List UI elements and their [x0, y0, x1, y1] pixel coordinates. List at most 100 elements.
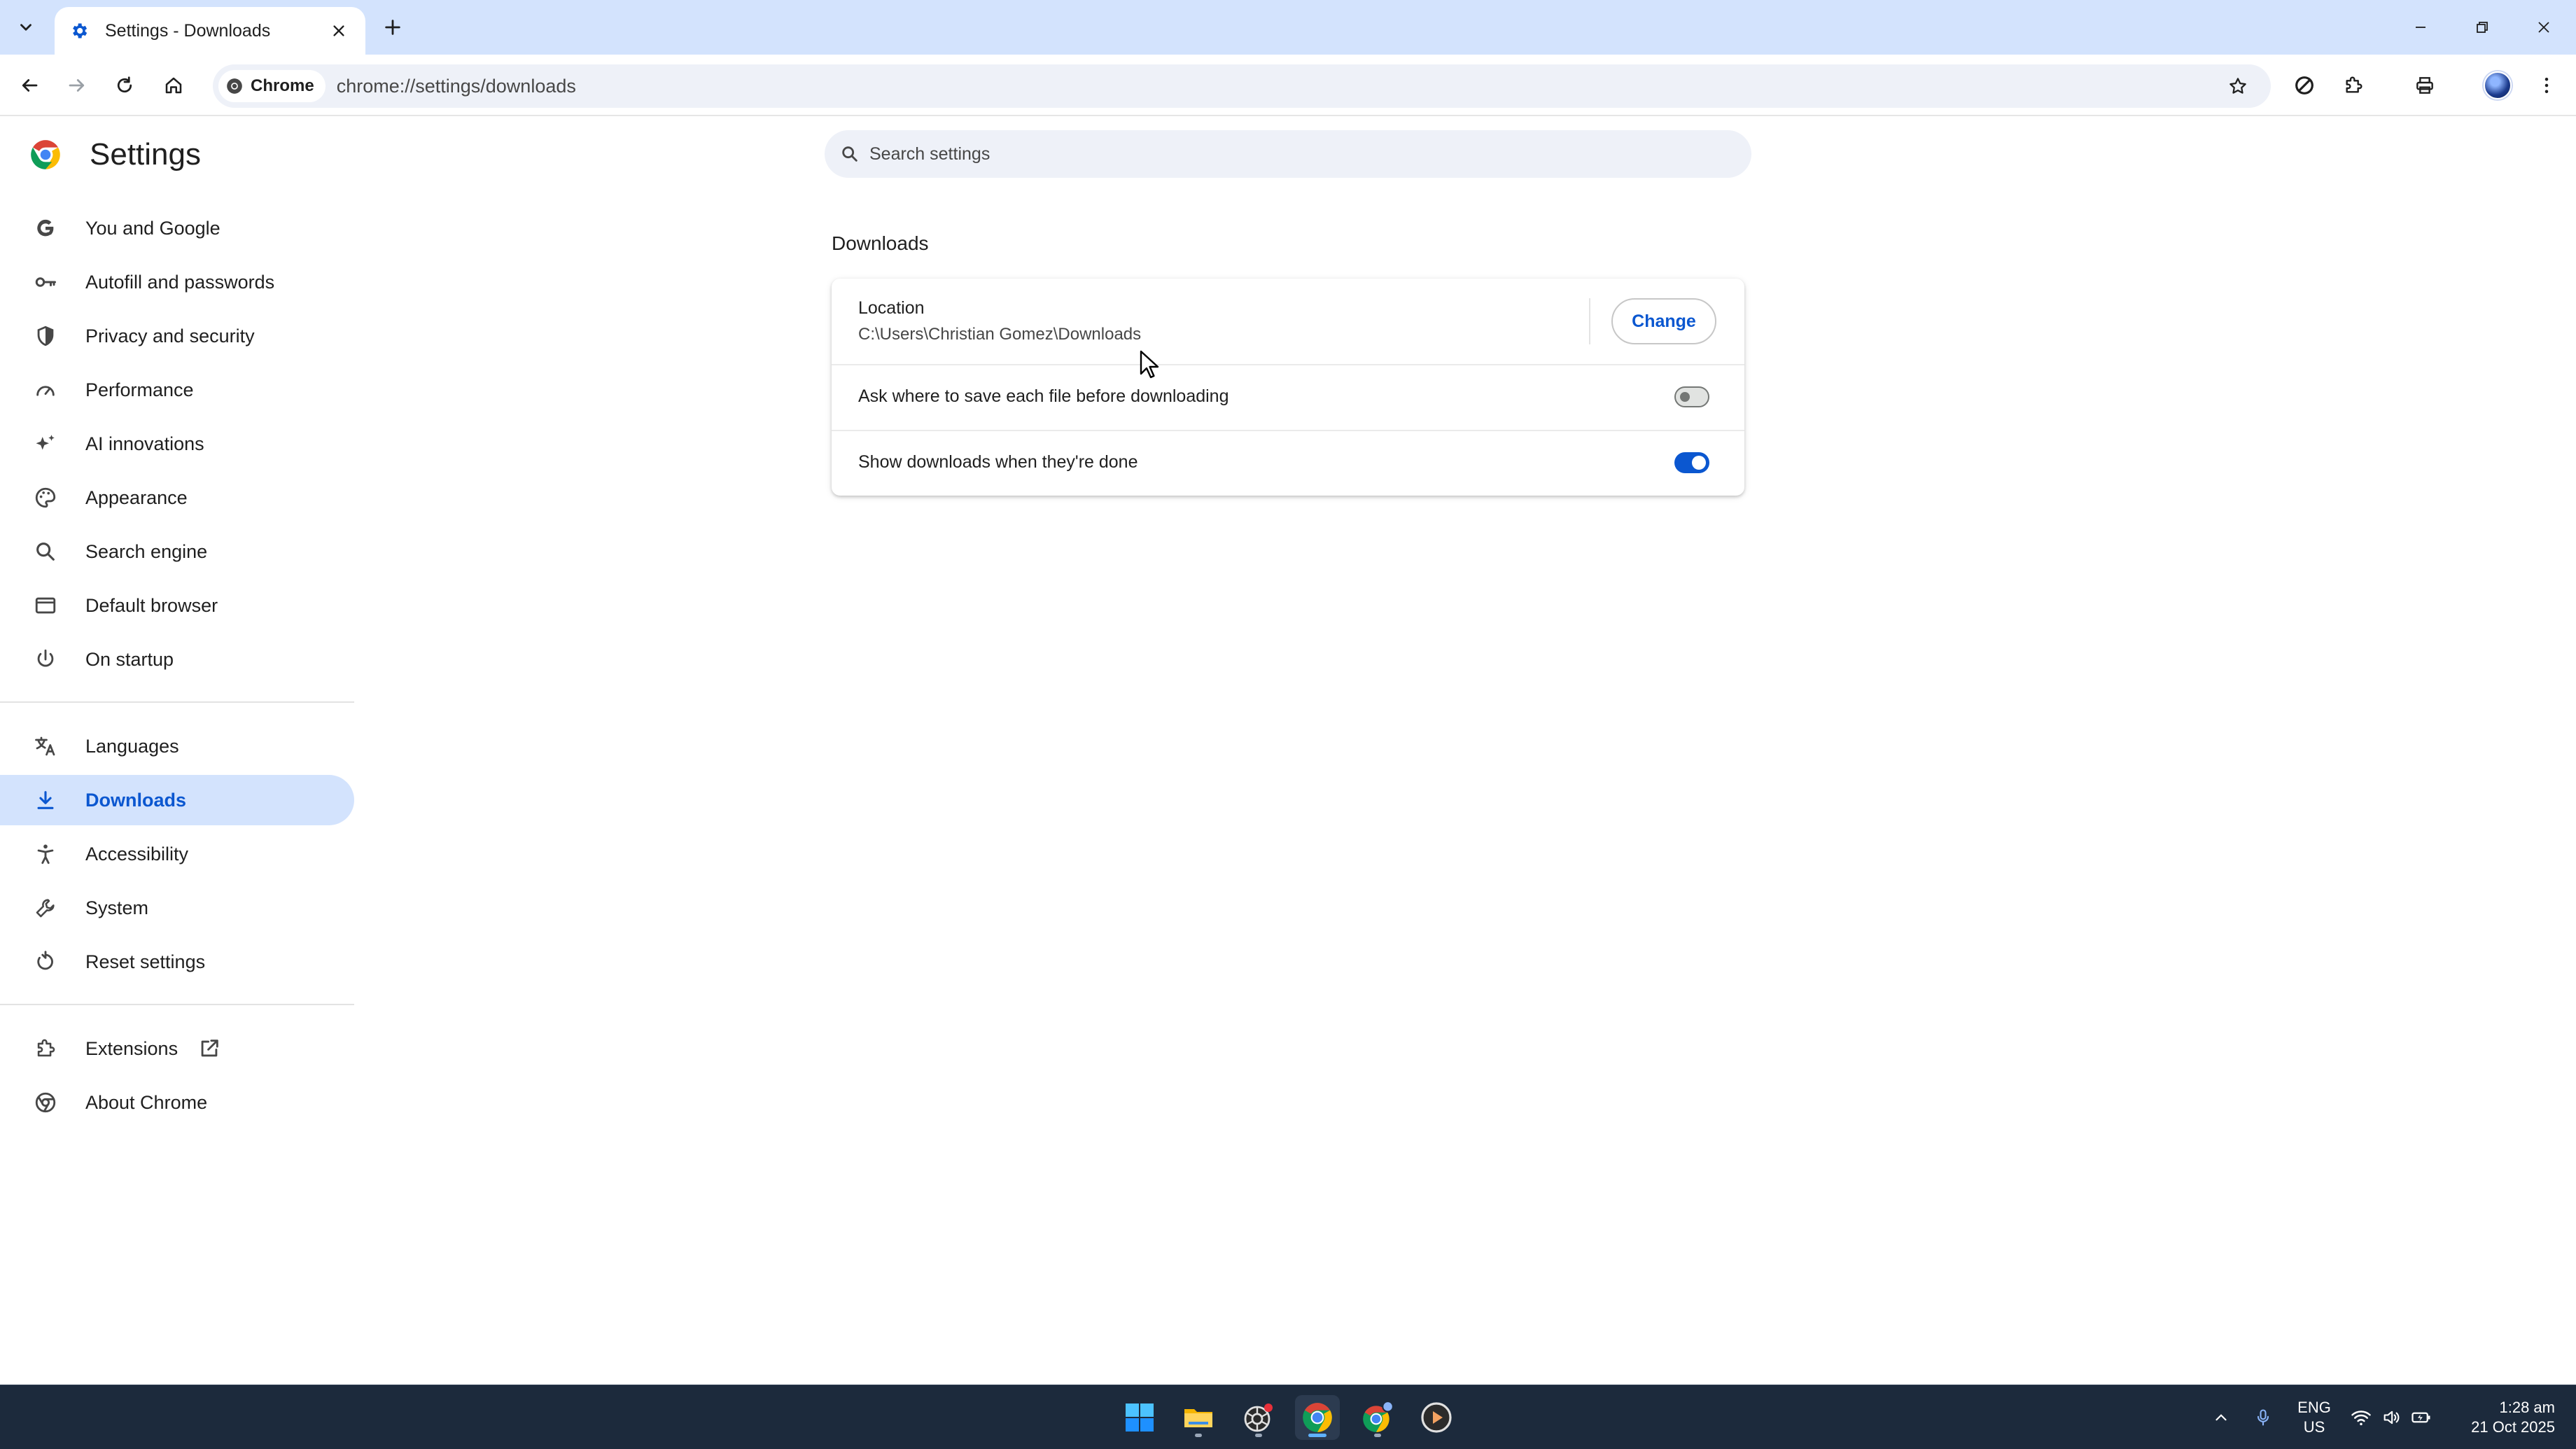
- taskbar-media-player[interactable]: [1414, 1395, 1459, 1440]
- toggle-knob: [1680, 392, 1690, 402]
- sidebar-item-autofill[interactable]: Autofill and passwords: [0, 257, 354, 307]
- play-circle-icon: [1421, 1402, 1452, 1433]
- reload-button[interactable]: [108, 69, 141, 102]
- block-extension-button[interactable]: [2288, 69, 2321, 102]
- back-button[interactable]: [13, 69, 46, 102]
- change-location-button[interactable]: Change: [1611, 298, 1716, 344]
- print-button[interactable]: [2408, 69, 2442, 102]
- start-button[interactable]: [1117, 1395, 1162, 1440]
- wifi-icon: [2351, 1410, 2371, 1426]
- battery-icon: [2412, 1412, 2430, 1423]
- kebab-menu-icon: [2544, 78, 2549, 93]
- sidebar-item-system[interactable]: System: [0, 883, 354, 933]
- settings-search-input[interactable]: [869, 144, 1709, 164]
- sidebar-item-label: About Chrome: [85, 1091, 208, 1113]
- ask-where-row[interactable]: Ask where to save each file before downl…: [832, 365, 1744, 430]
- taskbar-chrome[interactable]: [1295, 1395, 1340, 1440]
- language-indicator[interactable]: ENG US: [2286, 1385, 2342, 1449]
- sidebar-item-label: Appearance: [85, 486, 188, 508]
- sidebar-item-reset[interactable]: Reset settings: [0, 937, 354, 987]
- sidebar-item-privacy[interactable]: Privacy and security: [0, 311, 354, 361]
- tab-strip: Settings - Downloads: [0, 0, 2576, 55]
- microphone-button[interactable]: [2247, 1385, 2279, 1449]
- sidebar-item-extensions[interactable]: Extensions: [0, 1023, 354, 1074]
- close-window-button[interactable]: [2516, 10, 2572, 45]
- puzzle-icon: [31, 1034, 60, 1063]
- home-button[interactable]: [157, 69, 190, 102]
- running-indicator: [1374, 1434, 1381, 1437]
- section-title: Downloads: [832, 232, 929, 254]
- open-in-new-icon: [197, 1037, 221, 1060]
- tab-close-icon[interactable]: [326, 18, 351, 43]
- sidebar-item-performance[interactable]: Performance: [0, 365, 354, 415]
- vertical-divider: [1589, 298, 1590, 344]
- sidebar-item-label: Autofill and passwords: [85, 271, 275, 293]
- translate-icon: [31, 732, 60, 761]
- gear-icon: [69, 20, 90, 41]
- show-when-done-row[interactable]: Show downloads when they're done: [832, 431, 1744, 496]
- location-row: Location C:\Users\Christian Gomez\Downlo…: [832, 279, 1744, 364]
- sidebar-item-ai-innovations[interactable]: AI innovations: [0, 419, 354, 469]
- sidebar-item-label: Languages: [85, 735, 179, 757]
- show-when-done-toggle[interactable]: [1674, 452, 1709, 473]
- menu-button[interactable]: [2530, 69, 2563, 102]
- sidebar-item-appearance[interactable]: Appearance: [0, 472, 354, 523]
- block-icon: [2295, 76, 2314, 94]
- forward-button[interactable]: [60, 69, 94, 102]
- url-text[interactable]: chrome://settings/downloads: [337, 76, 576, 97]
- profile-button[interactable]: [2481, 69, 2514, 102]
- quick-settings-button[interactable]: [2349, 1385, 2433, 1449]
- browser-toolbar: Chrome chrome://settings/downloads: [0, 55, 2576, 116]
- show-hidden-icons-button[interactable]: [2205, 1385, 2237, 1449]
- active-tab[interactable]: Settings - Downloads: [55, 7, 365, 55]
- sidebar-item-search-engine[interactable]: Search engine: [0, 526, 354, 577]
- minimize-button[interactable]: [2393, 10, 2449, 45]
- sidebar-item-default-browser[interactable]: Default browser: [0, 580, 354, 631]
- microphone-icon: [2257, 1409, 2269, 1426]
- downloads-settings-card: Location C:\Users\Christian Gomez\Downlo…: [832, 279, 1744, 496]
- sidebar-item-languages[interactable]: Languages: [0, 721, 354, 771]
- site-info-chip[interactable]: Chrome: [218, 70, 326, 102]
- keyboard-region: US: [2303, 1418, 2325, 1436]
- restore-button[interactable]: [2454, 10, 2510, 45]
- settings-sidebar: You and Google Autofill and passwords Pr…: [0, 203, 354, 1131]
- volume-icon: [2384, 1410, 2400, 1424]
- sidebar-item-label: System: [85, 897, 149, 918]
- sidebar-item-downloads[interactable]: Downloads: [0, 775, 354, 825]
- settings-search-box[interactable]: [825, 130, 1751, 178]
- page-title: Settings: [90, 137, 201, 172]
- running-indicator: [1308, 1434, 1326, 1437]
- download-icon: [31, 785, 60, 815]
- extensions-button[interactable]: [2337, 69, 2370, 102]
- chrome-icon: [227, 78, 242, 94]
- sidebar-item-you-and-google[interactable]: You and Google: [0, 203, 354, 253]
- running-indicator: [1195, 1434, 1202, 1437]
- sidebar-item-about-chrome[interactable]: About Chrome: [0, 1077, 354, 1128]
- ask-where-toggle[interactable]: [1674, 386, 1709, 407]
- back-arrow-icon: [22, 79, 38, 92]
- sidebar-item-label: Downloads: [85, 789, 187, 811]
- taskbar-app-recording[interactable]: [1236, 1395, 1281, 1440]
- sidebar-item-label: Search engine: [85, 540, 208, 562]
- chevron-up-icon: [2216, 1414, 2227, 1421]
- sidebar-item-accessibility[interactable]: Accessibility: [0, 829, 354, 879]
- clock-time: 1:28 am: [2499, 1399, 2556, 1416]
- address-bar[interactable]: Chrome chrome://settings/downloads: [213, 64, 2271, 108]
- clock-date: 21 Oct 2025: [2471, 1418, 2555, 1436]
- taskbar-file-explorer[interactable]: [1176, 1395, 1221, 1440]
- bookmark-button[interactable]: [2222, 70, 2254, 102]
- tab-title: Settings - Downloads: [105, 20, 271, 41]
- ask-where-label: Ask where to save each file before downl…: [858, 386, 1229, 406]
- language-code: ENG: [2297, 1399, 2331, 1416]
- puzzle-icon: [2346, 76, 2362, 93]
- new-tab-button[interactable]: [377, 11, 409, 43]
- show-when-done-label: Show downloads when they're done: [858, 452, 1138, 472]
- taskbar-chrome-profile[interactable]: [1355, 1395, 1400, 1440]
- tab-search-button[interactable]: [8, 10, 43, 45]
- location-value: C:\Users\Christian Gomez\Downloads: [858, 325, 1142, 344]
- clock[interactable]: 1:28 am 21 Oct 2025: [2443, 1385, 2555, 1449]
- toggle-knob: [1692, 456, 1706, 470]
- mouse-cursor-icon: [1140, 350, 1159, 379]
- camera-shutter-icon: [1244, 1404, 1273, 1432]
- sidebar-item-on-startup[interactable]: On startup: [0, 634, 354, 685]
